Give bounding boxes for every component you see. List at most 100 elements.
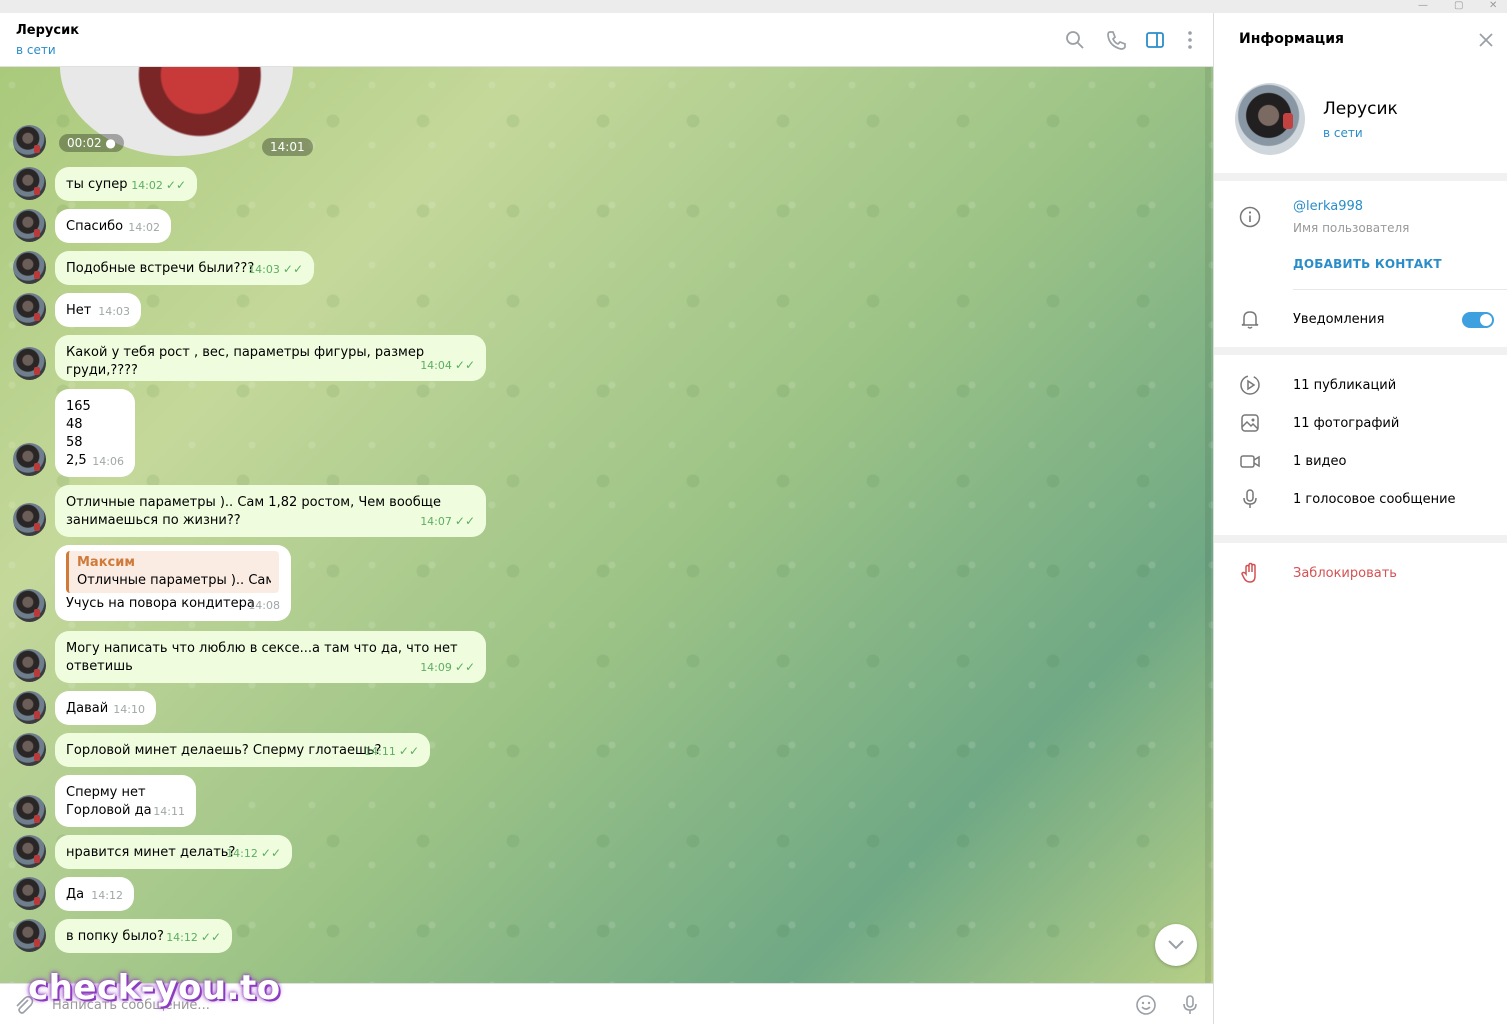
message-text: Отличные параметры ).. Сам 1,82 ростом, … <box>66 495 442 528</box>
media-item-publications[interactable]: 11 публикаций <box>1293 378 1396 393</box>
message-bubble[interactable]: Горловой минет делаешь? Сперму глотаешь?… <box>55 733 430 767</box>
emoji-icon[interactable] <box>1134 993 1158 1017</box>
microphone-icon[interactable] <box>1178 993 1202 1017</box>
more-menu-icon[interactable] <box>1179 29 1201 51</box>
media-item-voice[interactable]: 1 голосовое сообщение <box>1293 492 1456 507</box>
profile-avatar[interactable] <box>1235 83 1305 155</box>
message-bubble[interactable]: Подобные встречи были??? 14:03 ✓✓ <box>55 251 314 285</box>
block-user-button[interactable]: Заблокировать <box>1293 566 1397 581</box>
minimize-icon[interactable]: — <box>1418 0 1428 11</box>
message-meta: 14:12 ✓✓ <box>226 846 281 860</box>
media-section: 11 публикаций 11 фотографий 1 видео 1 го… <box>1214 355 1507 535</box>
avatar[interactable] <box>13 649 46 682</box>
double-check-icon: ✓✓ <box>260 846 281 860</box>
message-time: 14:08 <box>248 599 280 612</box>
message-bubble[interactable]: 165 48 58 2,5 14:06 <box>55 389 135 477</box>
avatar[interactable] <box>13 795 46 828</box>
add-contact-button[interactable]: ДОБАВИТЬ КОНТАКТ <box>1293 257 1442 271</box>
media-item-videos[interactable]: 1 видео <box>1293 454 1346 469</box>
video-time: 14:01 <box>262 138 313 156</box>
sidebar-toggle-icon[interactable] <box>1144 29 1166 51</box>
message-bubble[interactable]: Максим Отличные параметры ).. Сам ... Уч… <box>55 545 291 621</box>
profile-section: Информация Лерусик в сети <box>1214 13 1507 173</box>
avatar[interactable] <box>13 835 46 868</box>
chevron-down-icon <box>1168 940 1184 950</box>
reply-author: Максим <box>77 555 135 570</box>
double-check-icon: ✓✓ <box>200 930 221 944</box>
chat-title: Лерусик <box>16 23 80 38</box>
username-label: Имя пользователя <box>1293 221 1410 235</box>
message-bubble[interactable]: Да 14:12 <box>55 877 134 911</box>
avatar[interactable] <box>13 209 46 242</box>
double-check-icon: ✓✓ <box>398 744 419 758</box>
bell-icon <box>1238 307 1262 331</box>
reply-quote[interactable]: Максим Отличные параметры ).. Сам ... <box>66 551 279 593</box>
video-duration: 00:02 ● <box>59 134 124 152</box>
message-meta: 14:07 ✓✓ <box>420 514 475 528</box>
message-meta: 14:09 ✓✓ <box>420 660 475 674</box>
publications-icon <box>1238 373 1262 397</box>
avatar[interactable] <box>13 347 46 380</box>
message-text: Могу написать что люблю в сексе...а там … <box>66 641 458 674</box>
avatar[interactable] <box>13 251 46 284</box>
message-bubble[interactable]: Какой у тебя рост , вес, параметры фигур… <box>55 335 486 381</box>
message-time: 14:02 <box>128 221 160 234</box>
message-bubble[interactable]: Отличные параметры ).. Сам 1,82 ростом, … <box>55 485 486 537</box>
username-link[interactable]: @lerka998 <box>1293 199 1363 214</box>
phone-icon[interactable] <box>1105 29 1127 51</box>
chat-status: в сети <box>16 43 56 57</box>
message-time: 14:06 <box>92 455 124 468</box>
message-time: 14:12 <box>91 889 123 902</box>
microphone-icon <box>1238 487 1262 511</box>
watermark: check-you.to <box>28 968 281 1008</box>
chat-area: Лерусик в сети 00:02 ● 14:01 ты супер 14… <box>0 13 1213 1024</box>
message-meta: 14:04 ✓✓ <box>420 358 475 372</box>
photo-icon <box>1238 411 1262 435</box>
message-bubble[interactable]: Нет 14:03 <box>55 293 141 327</box>
message-bubble[interactable]: Сперму нет Горловой да 14:11 <box>55 775 196 827</box>
message-bubble[interactable]: ты супер 14:02 ✓✓ <box>55 167 197 201</box>
search-icon[interactable] <box>1064 29 1086 51</box>
avatar[interactable] <box>13 919 46 952</box>
chat-header[interactable]: Лерусик в сети <box>0 13 1213 67</box>
message-meta: 14:11 ✓✓ <box>364 744 419 758</box>
avatar[interactable] <box>13 733 46 766</box>
notifications-toggle[interactable] <box>1462 312 1494 328</box>
profile-status: в сети <box>1323 126 1363 140</box>
double-check-icon: ✓✓ <box>282 262 303 276</box>
maximize-icon[interactable]: ▢ <box>1454 0 1463 11</box>
avatar[interactable] <box>13 503 46 536</box>
avatar[interactable] <box>13 877 46 910</box>
message-bubble[interactable]: нравится минет делать? 14:12 ✓✓ <box>55 835 292 869</box>
chat-scrollbar[interactable] <box>1205 67 1211 983</box>
double-check-icon: ✓✓ <box>454 358 475 372</box>
message-bubble[interactable]: Могу написать что люблю в сексе...а там … <box>55 631 486 683</box>
message-meta: 14:02 ✓✓ <box>131 178 186 192</box>
avatar[interactable] <box>13 691 46 724</box>
message-bubble[interactable]: Спасибо 14:02 <box>55 209 171 243</box>
scroll-down-button[interactable] <box>1155 924 1197 966</box>
avatar[interactable] <box>13 293 46 326</box>
media-item-photos[interactable]: 11 фотографий <box>1293 416 1399 431</box>
window-titlebar: — ▢ ✕ <box>0 0 1507 13</box>
message-meta: 14:12 ✓✓ <box>166 930 221 944</box>
details-section: @lerka998 Имя пользователя ДОБАВИТЬ КОНТ… <box>1214 181 1507 347</box>
hand-block-icon <box>1238 561 1262 585</box>
notifications-label: Уведомления <box>1293 312 1385 327</box>
close-icon[interactable] <box>1477 31 1495 49</box>
reply-text: Отличные параметры ).. Сам ... <box>77 573 271 588</box>
double-check-icon: ✓✓ <box>165 178 186 192</box>
avatar[interactable] <box>13 443 46 476</box>
panel-title: Информация <box>1239 31 1344 47</box>
avatar[interactable] <box>13 589 46 622</box>
video-icon <box>1238 449 1262 473</box>
avatar[interactable] <box>13 167 46 200</box>
message-bubble[interactable]: Давай 14:10 <box>55 691 156 725</box>
close-window-icon[interactable]: ✕ <box>1489 0 1497 11</box>
message-bubble[interactable]: в попку было? 14:12 ✓✓ <box>55 919 232 953</box>
message-time: 14:10 <box>113 703 145 716</box>
message-list: 00:02 ● 14:01 ты супер 14:02 ✓✓ Спасибо 1… <box>0 66 1213 983</box>
message-time: 14:03 <box>98 305 130 318</box>
double-check-icon: ✓✓ <box>454 660 475 674</box>
avatar[interactable] <box>13 125 46 158</box>
